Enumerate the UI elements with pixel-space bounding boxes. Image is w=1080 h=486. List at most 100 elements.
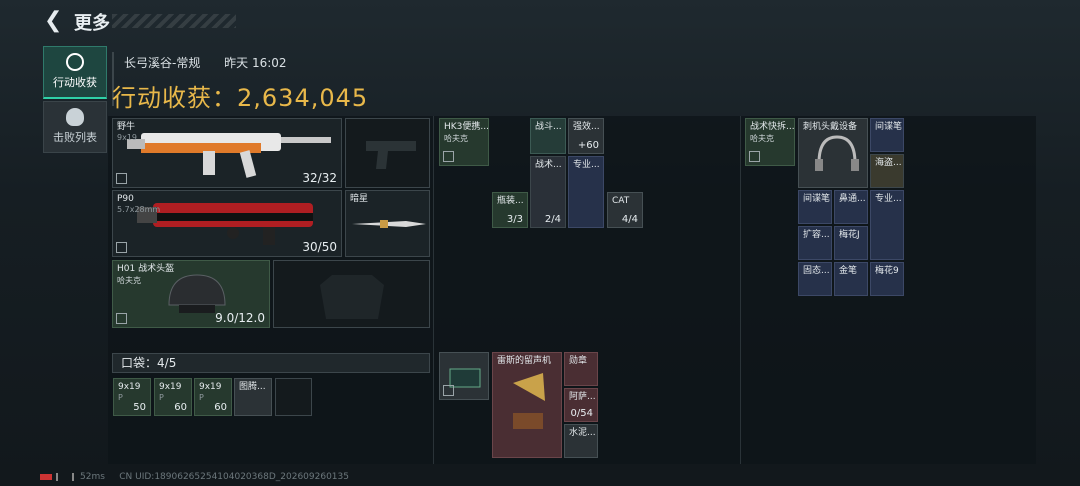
target-icon [66, 53, 84, 71]
item-qty: 0/54 [570, 408, 593, 419]
case-item[interactable]: 金笔 [834, 262, 868, 296]
case-item[interactable]: 间谍笔 [798, 190, 832, 224]
rig-item[interactable]: 强效... +60 [568, 118, 604, 154]
item-name: 间谍笔 [803, 194, 831, 204]
match-info: 长弓溪谷-常规 昨天 16:02 [124, 54, 307, 71]
haul-total: 行动收获：2,634,045 [112, 78, 368, 113]
ping-value: 52ms [80, 472, 105, 482]
item-name: 9x19 [159, 382, 182, 392]
vest-silhouette-icon [320, 275, 384, 319]
melee-slot[interactable]: 暗星 [345, 190, 430, 257]
back-arrow-icon[interactable]: ❮ [44, 10, 66, 32]
pocket-item[interactable]: 9x19 P 60 [194, 378, 232, 416]
item-name: 金笔 [839, 266, 858, 276]
rig-item[interactable]: CAT 4/4 [607, 192, 643, 228]
item-name: HK3便携... [444, 122, 489, 132]
item-qty: 60 [214, 402, 227, 413]
item-name: 专业... [573, 160, 600, 170]
item-name: 勋章 [569, 356, 588, 366]
primary-weapon-slot[interactable]: 野牛 9x19 32/32 [112, 118, 342, 188]
case-item[interactable]: 间谍笔 [870, 118, 904, 152]
ammo-count: 30/50 [302, 240, 337, 254]
case-item[interactable]: 扩容... [798, 226, 832, 260]
pocket-slot-empty[interactable] [275, 378, 312, 416]
case-item[interactable]: 刺机头戴设备 [798, 118, 868, 188]
helmet-slot[interactable]: H01 战术头盔 哈夫克 9.0/12.0 [112, 260, 270, 328]
backpack-item[interactable]: 阿萨... 0/54 [564, 388, 598, 422]
lock-icon [443, 151, 454, 162]
item-sub: 哈夫克 [750, 134, 774, 143]
item-qty: 4/4 [621, 214, 638, 225]
item-name: 固态... [803, 266, 830, 276]
backpack-item[interactable]: 水泥... [564, 424, 598, 458]
item-name: 图腾... [239, 382, 266, 392]
item-name: 阿萨... [569, 392, 596, 402]
pocket-item[interactable]: 9x19 P 50 [113, 378, 151, 416]
pocket-count: 4/5 [157, 356, 177, 370]
item-name: 刺机头戴设备 [803, 122, 858, 132]
item-qty: 50 [133, 402, 146, 413]
armor-slot-empty[interactable] [273, 260, 430, 328]
rig-item[interactable]: 瓶装... 3/3 [492, 192, 528, 228]
item-name: 扩容... [803, 230, 830, 240]
case-item[interactable]: 鼻通... [834, 190, 868, 224]
header-decoration [112, 14, 236, 28]
item-name: 9x19 [118, 382, 141, 392]
pistol-slot-empty[interactable] [345, 118, 430, 188]
weapon-name: P90 [117, 194, 134, 204]
item-qty: +60 [577, 140, 599, 151]
backpack-item[interactable]: 雷斯的留声机 [492, 352, 562, 458]
case-item[interactable]: 海盗... [870, 154, 904, 188]
lock-icon [116, 242, 127, 253]
lock-icon [116, 173, 127, 184]
item-sub: P [199, 393, 204, 402]
status-bar: 52ms CN UID:18906265254104020368D_202609… [40, 472, 349, 482]
helmet-durability: 9.0/12.0 [215, 311, 265, 325]
case-item[interactable]: 专业... [870, 190, 904, 260]
item-name: 瓶装... [497, 196, 524, 206]
item-sub: P [118, 393, 123, 402]
case-slot[interactable]: 战术快拆... 哈夫克 [745, 118, 795, 166]
item-name: CAT [612, 196, 630, 206]
item-name: 海盗... [875, 158, 902, 168]
item-name: 战术快拆... [750, 122, 795, 132]
column-divider [433, 116, 434, 464]
pocket-header: 口袋：4/5 [112, 353, 430, 373]
pocket-item[interactable]: 图腾... [234, 378, 272, 416]
rig-item[interactable]: 战术... 2/4 [530, 156, 566, 228]
item-name: 梅花J [839, 230, 860, 240]
user-id: CN UID:18906265254104020368D_20260926013… [119, 472, 349, 482]
case-item[interactable]: 梅花J [834, 226, 868, 260]
item-qty: 2/4 [544, 214, 561, 225]
backpack-item[interactable]: 勋章 [564, 352, 598, 386]
lock-icon [443, 385, 454, 396]
backpack-slot[interactable] [439, 352, 489, 400]
ammo-count: 32/32 [302, 171, 337, 185]
item-qty: 3/3 [506, 214, 523, 225]
map-name: 长弓溪谷-常规 [124, 56, 201, 70]
case-item[interactable]: 固态... [798, 262, 832, 296]
rig-slot[interactable]: HK3便携... 哈夫克 [439, 118, 489, 166]
item-sub: P [159, 393, 164, 402]
helmet-brand: 哈夫克 [117, 276, 141, 285]
rig-item[interactable]: 战斗... [530, 118, 566, 154]
match-time: 昨天 16:02 [224, 56, 287, 70]
item-name: 专业... [875, 194, 902, 204]
item-name: 梅花9 [875, 266, 899, 276]
weapon-name: 野牛 [117, 122, 136, 132]
haul-label: 行动收获： [112, 84, 237, 112]
rig-item[interactable]: 专业... [568, 156, 604, 228]
secondary-weapon-slot[interactable]: P90 5.7x28mm 30/50 [112, 190, 342, 257]
gramophone-icon [513, 373, 545, 429]
haul-value: 2,634,045 [237, 84, 369, 112]
item-name: 战斗... [535, 122, 562, 132]
pistol-silhouette-icon [366, 141, 416, 169]
weapon-ammo: 5.7x28mm [117, 205, 161, 214]
lock-icon [749, 151, 760, 162]
pocket-item[interactable]: 9x19 P 60 [154, 378, 192, 416]
item-qty: 60 [174, 402, 187, 413]
case-item[interactable]: 梅花9 [870, 262, 904, 296]
helmet-name: H01 战术头盔 [117, 264, 175, 274]
sidebar-item-haul[interactable]: 行动收获 [43, 46, 107, 99]
sidebar-item-kills[interactable]: 击败列表 [43, 101, 107, 153]
